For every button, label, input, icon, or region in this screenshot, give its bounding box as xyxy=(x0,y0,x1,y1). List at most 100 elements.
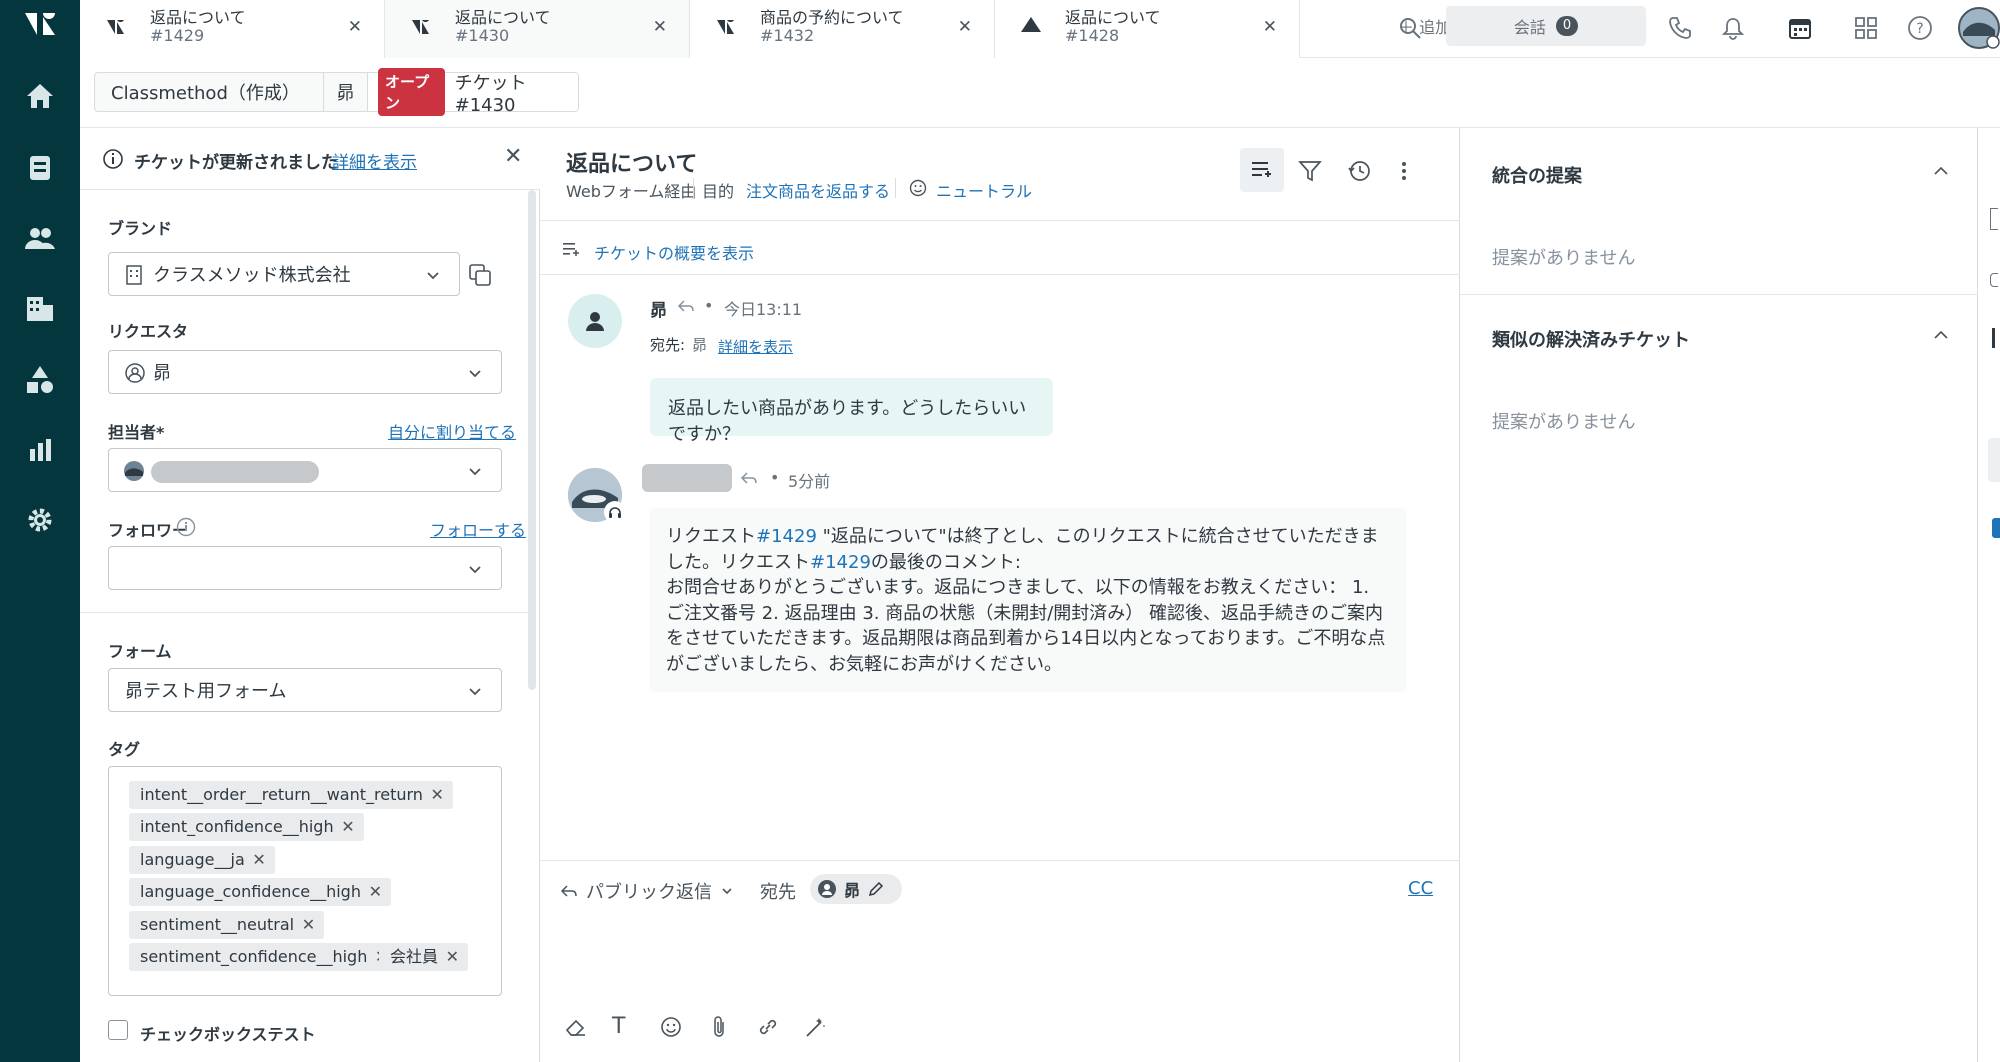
breadcrumb-organization[interactable]: Classmethod（作成） xyxy=(94,72,324,112)
remove-tag-icon[interactable]: ✕ xyxy=(431,781,444,809)
filter-icon[interactable] xyxy=(1298,160,1322,182)
close-icon[interactable]: ✕ xyxy=(1263,17,1277,37)
ticket-link[interactable]: #1429 xyxy=(810,552,871,573)
sentiment-value[interactable]: ニュートラル xyxy=(936,178,1032,202)
redacted-author xyxy=(642,464,732,492)
close-icon[interactable]: ✕ xyxy=(653,17,667,37)
purpose-value[interactable]: 注文商品を返品する xyxy=(746,178,890,202)
requester-select[interactable]: 昴 xyxy=(108,350,502,394)
remove-tag-icon[interactable]: ✕ xyxy=(252,846,265,874)
shapes-icon[interactable] xyxy=(22,362,58,398)
message-time: 5分前 xyxy=(788,472,831,491)
help-icon[interactable]: ? xyxy=(1904,12,1936,44)
magic-wand-icon[interactable] xyxy=(804,1015,828,1039)
notice-detail-link[interactable]: 詳細を表示 xyxy=(332,148,417,173)
divider xyxy=(540,274,1460,275)
zendesk-logo-icon[interactable] xyxy=(22,6,58,42)
history-icon[interactable] xyxy=(1347,159,1371,183)
context-panel: 統合の提案 提案がありません 類似の解決済みチケット 提案がありません xyxy=(1460,128,1978,1062)
brand-select[interactable]: クラスメソッド株式会社 xyxy=(108,252,460,296)
chevron-down-icon xyxy=(467,365,483,381)
reply-arrow-icon xyxy=(740,470,758,486)
pencil-icon[interactable] xyxy=(868,881,884,897)
tag-chip: intent_confidence__high ✕ xyxy=(129,813,364,841)
tags-input[interactable]: intent__order__return__want_return ✕ inte… xyxy=(108,766,502,996)
merge-suggestions-title: 統合の提案 xyxy=(1492,166,1582,187)
reporting-icon[interactable] xyxy=(22,432,58,468)
ticket-link[interactable]: #1429 xyxy=(756,526,817,547)
link-icon[interactable] xyxy=(756,1016,780,1038)
sidebar-icon[interactable] xyxy=(1992,328,1998,348)
message-detail-link[interactable]: 詳細を表示 xyxy=(718,336,793,357)
eraser-icon[interactable] xyxy=(564,1016,588,1038)
calendar-icon[interactable] xyxy=(1784,12,1816,44)
customers-icon[interactable] xyxy=(22,220,58,256)
sidebar-active-item[interactable] xyxy=(1988,438,2000,482)
reply-type-dropdown[interactable]: パブリック返信 xyxy=(560,878,734,904)
apps-grid-icon[interactable] xyxy=(1850,12,1882,44)
tab-title: 返品について xyxy=(455,8,551,27)
chevron-up-icon[interactable] xyxy=(1932,328,1950,342)
copy-icon[interactable] xyxy=(468,263,492,287)
views-icon[interactable] xyxy=(22,150,58,186)
emoji-icon[interactable] xyxy=(660,1016,682,1038)
chevron-up-icon[interactable] xyxy=(1932,164,1950,178)
ticket-tab[interactable]: 返品について #1428 ✕ xyxy=(995,0,1300,58)
close-icon[interactable]: ✕ xyxy=(958,17,972,37)
bullet: • xyxy=(704,296,714,315)
close-icon[interactable]: ✕ xyxy=(348,17,362,37)
cc-link[interactable]: CC xyxy=(1408,878,1433,899)
settings-gear-icon[interactable] xyxy=(22,502,58,538)
ticket-tab[interactable]: 商品の予約について #1432 ✕ xyxy=(690,0,995,58)
message-time: 今日13:11 xyxy=(724,300,803,319)
info-icon[interactable] xyxy=(176,517,196,537)
remove-tag-icon[interactable]: ✕ xyxy=(369,878,382,906)
close-icon[interactable]: ✕ xyxy=(504,144,522,169)
assign-self-link[interactable]: 自分に割り当てる xyxy=(388,419,516,443)
follower-select[interactable] xyxy=(108,546,502,590)
chevron-down-icon xyxy=(467,561,483,577)
text-format-icon[interactable]: T xyxy=(612,1014,625,1039)
requester-label: リクエスタ xyxy=(108,322,189,341)
to-value: 昴 xyxy=(692,336,708,354)
home-icon[interactable] xyxy=(22,78,58,114)
organizations-icon[interactable] xyxy=(22,290,58,326)
assignee-select[interactable] xyxy=(108,448,502,492)
phone-icon[interactable] xyxy=(1664,12,1696,44)
avatar xyxy=(568,294,622,348)
tab-number: #1432 xyxy=(760,26,815,45)
tag-chip: 会社員 ✕ xyxy=(379,943,469,971)
more-options-icon[interactable] xyxy=(1400,160,1408,182)
sidebar-icon[interactable] xyxy=(1990,273,1998,287)
to-label: 宛先: xyxy=(650,336,686,354)
follow-link[interactable]: フォローする xyxy=(430,517,526,541)
notice-text: チケットが更新されました xyxy=(134,153,338,173)
search-icon[interactable] xyxy=(1394,12,1426,44)
message-author: 昴 xyxy=(650,301,667,321)
avatar xyxy=(123,460,145,482)
divider xyxy=(540,220,1460,221)
scrollbar[interactable] xyxy=(528,190,536,690)
conversation-view-icon[interactable] xyxy=(1240,148,1284,192)
remove-tag-icon[interactable]: ✕ xyxy=(446,943,459,971)
form-select[interactable]: 昴テスト用フォーム xyxy=(108,668,502,712)
conversations-button[interactable]: 会話 0 xyxy=(1446,6,1646,46)
summary-link[interactable]: チケットの概要を表示 xyxy=(594,240,754,264)
tab-title: 返品について xyxy=(150,8,246,27)
attachment-icon[interactable] xyxy=(710,1015,728,1039)
divider xyxy=(693,178,694,198)
form-label: フォーム xyxy=(108,642,172,661)
ticket-tab-active[interactable]: 返品について #1430 ✕ xyxy=(385,0,690,58)
bell-icon[interactable] xyxy=(1717,12,1749,44)
remove-tag-icon[interactable]: ✕ xyxy=(302,911,315,939)
checkbox[interactable] xyxy=(108,1020,128,1040)
recipient-chip[interactable]: 昴 xyxy=(810,874,902,904)
remove-tag-icon[interactable]: ✕ xyxy=(341,813,354,841)
sidebar-icon[interactable] xyxy=(1990,208,1998,230)
sidebar-icon[interactable] xyxy=(1992,518,2000,538)
breadcrumb-ticket[interactable]: オープン チケット #1430 xyxy=(367,68,579,116)
user-avatar[interactable] xyxy=(1957,6,2000,50)
breadcrumb-user[interactable]: 昴 xyxy=(323,72,368,112)
ticket-tab[interactable]: 返品について #1429 ✕ xyxy=(80,0,385,58)
tag-chip: language__ja ✕ xyxy=(129,846,275,874)
